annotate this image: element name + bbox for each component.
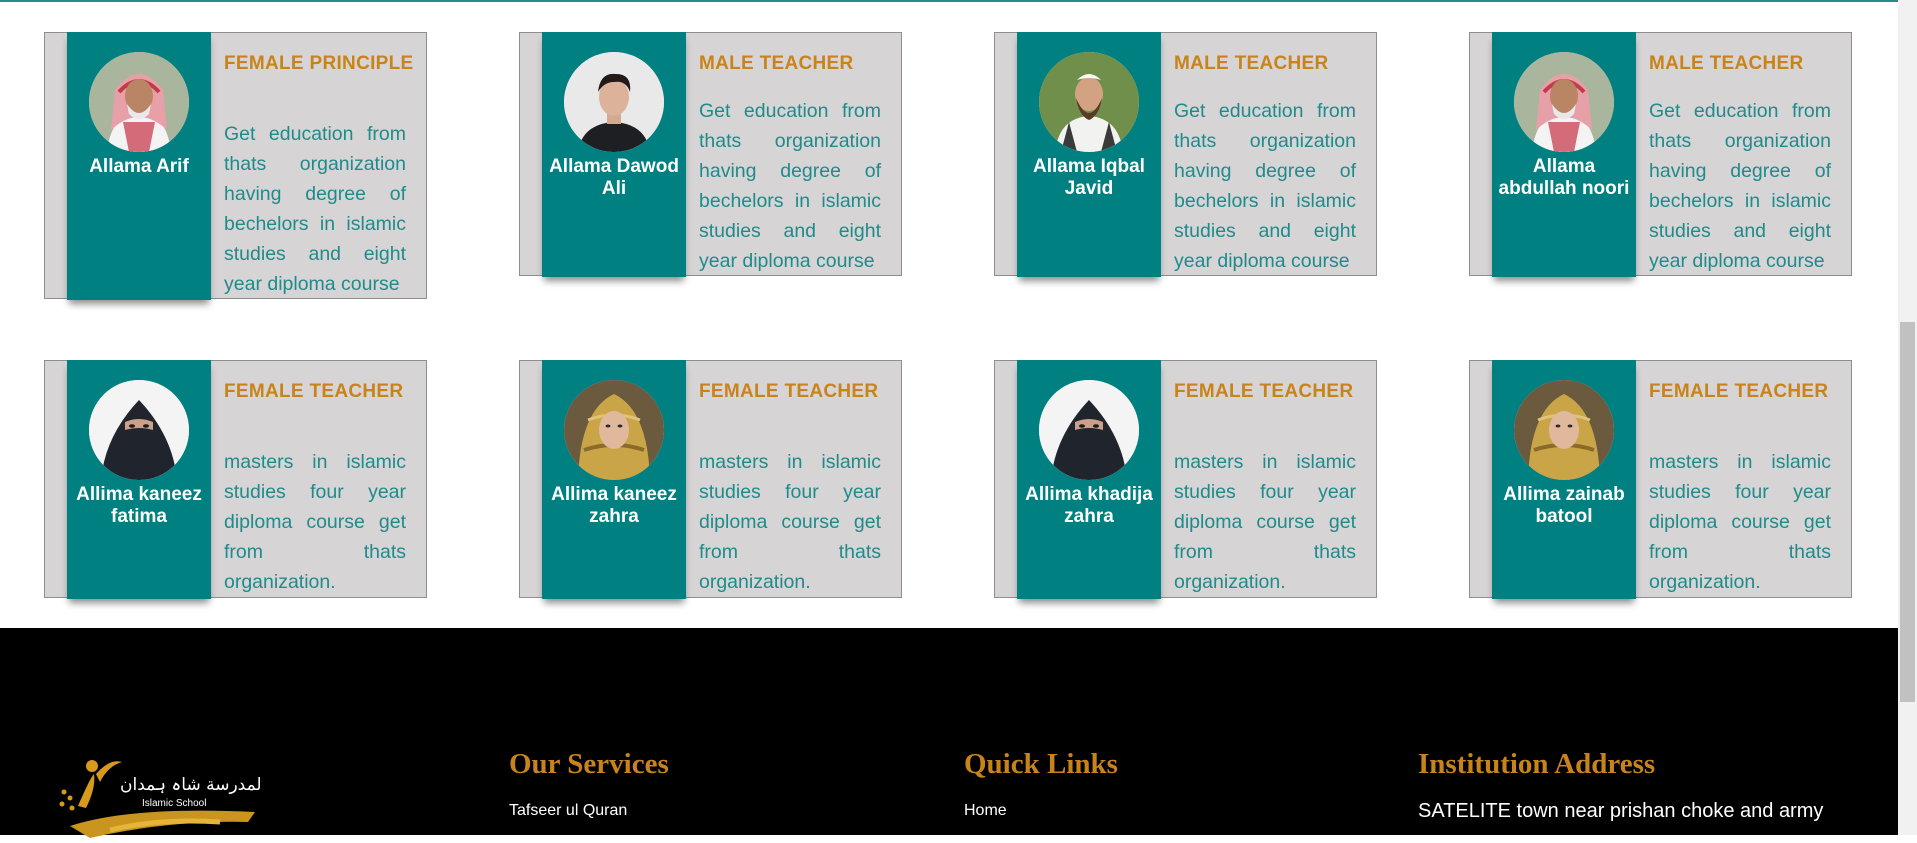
- teacher-role: FEMALE PRINCIPLE: [224, 53, 414, 74]
- top-divider: [0, 0, 1898, 2]
- teacher-description: Get education from thats organization ha…: [1174, 100, 1356, 272]
- teacher-photo: [1514, 380, 1614, 480]
- teacher-name: Allima kaneez fatima: [76, 484, 202, 527]
- teacher-card: Allima khadija zahra FEMALE TEACHER mast…: [994, 360, 1377, 599]
- teacher-name: Allima zainab batool: [1503, 484, 1625, 527]
- teacher-description: masters in islamic studies four year dip…: [1174, 451, 1356, 593]
- quick-links-heading: Quick Links: [964, 748, 1118, 780]
- teacher-name: Allama Arif: [89, 156, 189, 177]
- teacher-description: masters in islamic studies four year dip…: [699, 451, 881, 593]
- logo-english-text: Islamic School: [142, 798, 206, 809]
- teacher-name: Allima khadija zahra: [1025, 484, 1153, 527]
- teacher-photo: [89, 52, 189, 152]
- teacher-photo: [1039, 380, 1139, 480]
- school-logo[interactable]: المدرسة شاہ ہمدان Islamic School: [50, 748, 266, 838]
- teacher-description: Get education from thats organization ha…: [699, 100, 881, 272]
- teacher-card: Allama Dawod Ali MALE TEACHER Get educat…: [519, 32, 902, 277]
- teacher-profile-panel: Allama Arif: [67, 32, 211, 300]
- teacher-description: Get education from thats organization ha…: [224, 123, 406, 295]
- teacher-card: Allima zainab batool FEMALE TEACHER mast…: [1469, 360, 1852, 599]
- address-text: SATELITE town near prishan choke and arm…: [1418, 800, 1824, 822]
- teacher-photo: [89, 380, 189, 480]
- teacher-name: Allima kaneez zahra: [551, 484, 677, 527]
- teacher-name: Allama Iqbal Javid: [1033, 156, 1145, 199]
- services-heading: Our Services: [509, 748, 669, 780]
- teacher-profile-panel: Allima khadija zahra: [1017, 360, 1161, 599]
- teacher-photo: [564, 52, 664, 152]
- teacher-role: MALE TEACHER: [699, 53, 854, 74]
- teacher-role: FEMALE TEACHER: [699, 381, 879, 402]
- teacher-photo: [1039, 52, 1139, 152]
- teacher-card: Allima kaneez zahra FEMALE TEACHER maste…: [519, 360, 902, 599]
- teacher-description: Get education from thats organization ha…: [1649, 100, 1831, 272]
- site-footer: المدرسة شاہ ہمدان Islamic School Our Ser…: [0, 628, 1898, 838]
- teacher-profile-panel: Allama abdullah noori: [1492, 32, 1636, 277]
- teacher-photo: [1514, 52, 1614, 152]
- teacher-card: Allama Iqbal Javid MALE TEACHER Get educ…: [994, 32, 1377, 277]
- teacher-card: Allama Arif FEMALE PRINCIPLE Get educati…: [44, 32, 427, 300]
- teacher-description: masters in islamic studies four year dip…: [1649, 451, 1831, 593]
- address-heading: Institution Address: [1418, 748, 1656, 780]
- teacher-role: FEMALE TEACHER: [1174, 381, 1354, 402]
- teacher-profile-panel: Allima kaneez fatima: [67, 360, 211, 599]
- teacher-card: Allima kaneez fatima FEMALE TEACHER mast…: [44, 360, 427, 599]
- teacher-name: Allama abdullah noori: [1498, 156, 1630, 199]
- teacher-profile-panel: Allima kaneez zahra: [542, 360, 686, 599]
- teacher-description: masters in islamic studies four year dip…: [224, 451, 406, 593]
- quick-link-home[interactable]: Home: [964, 802, 1007, 820]
- teacher-name: Allama Dawod Ali: [549, 156, 679, 199]
- teacher-card: Allama abdullah noori MALE TEACHER Get e…: [1469, 32, 1852, 277]
- teacher-photo: [564, 380, 664, 480]
- teacher-profile-panel: Allima zainab batool: [1492, 360, 1636, 599]
- teacher-role: FEMALE TEACHER: [1649, 381, 1829, 402]
- teacher-profile-panel: Allama Dawod Ali: [542, 32, 686, 277]
- logo-arabic-text: المدرسة شاہ ہمدان: [120, 775, 260, 795]
- teacher-role: MALE TEACHER: [1649, 53, 1804, 74]
- scrollbar-thumb[interactable]: [1900, 322, 1915, 702]
- services-link-tafseer[interactable]: Tafseer ul Quran: [509, 802, 627, 820]
- teacher-profile-panel: Allama Iqbal Javid: [1017, 32, 1161, 277]
- teacher-role: MALE TEACHER: [1174, 53, 1329, 74]
- teacher-role: FEMALE TEACHER: [224, 381, 404, 402]
